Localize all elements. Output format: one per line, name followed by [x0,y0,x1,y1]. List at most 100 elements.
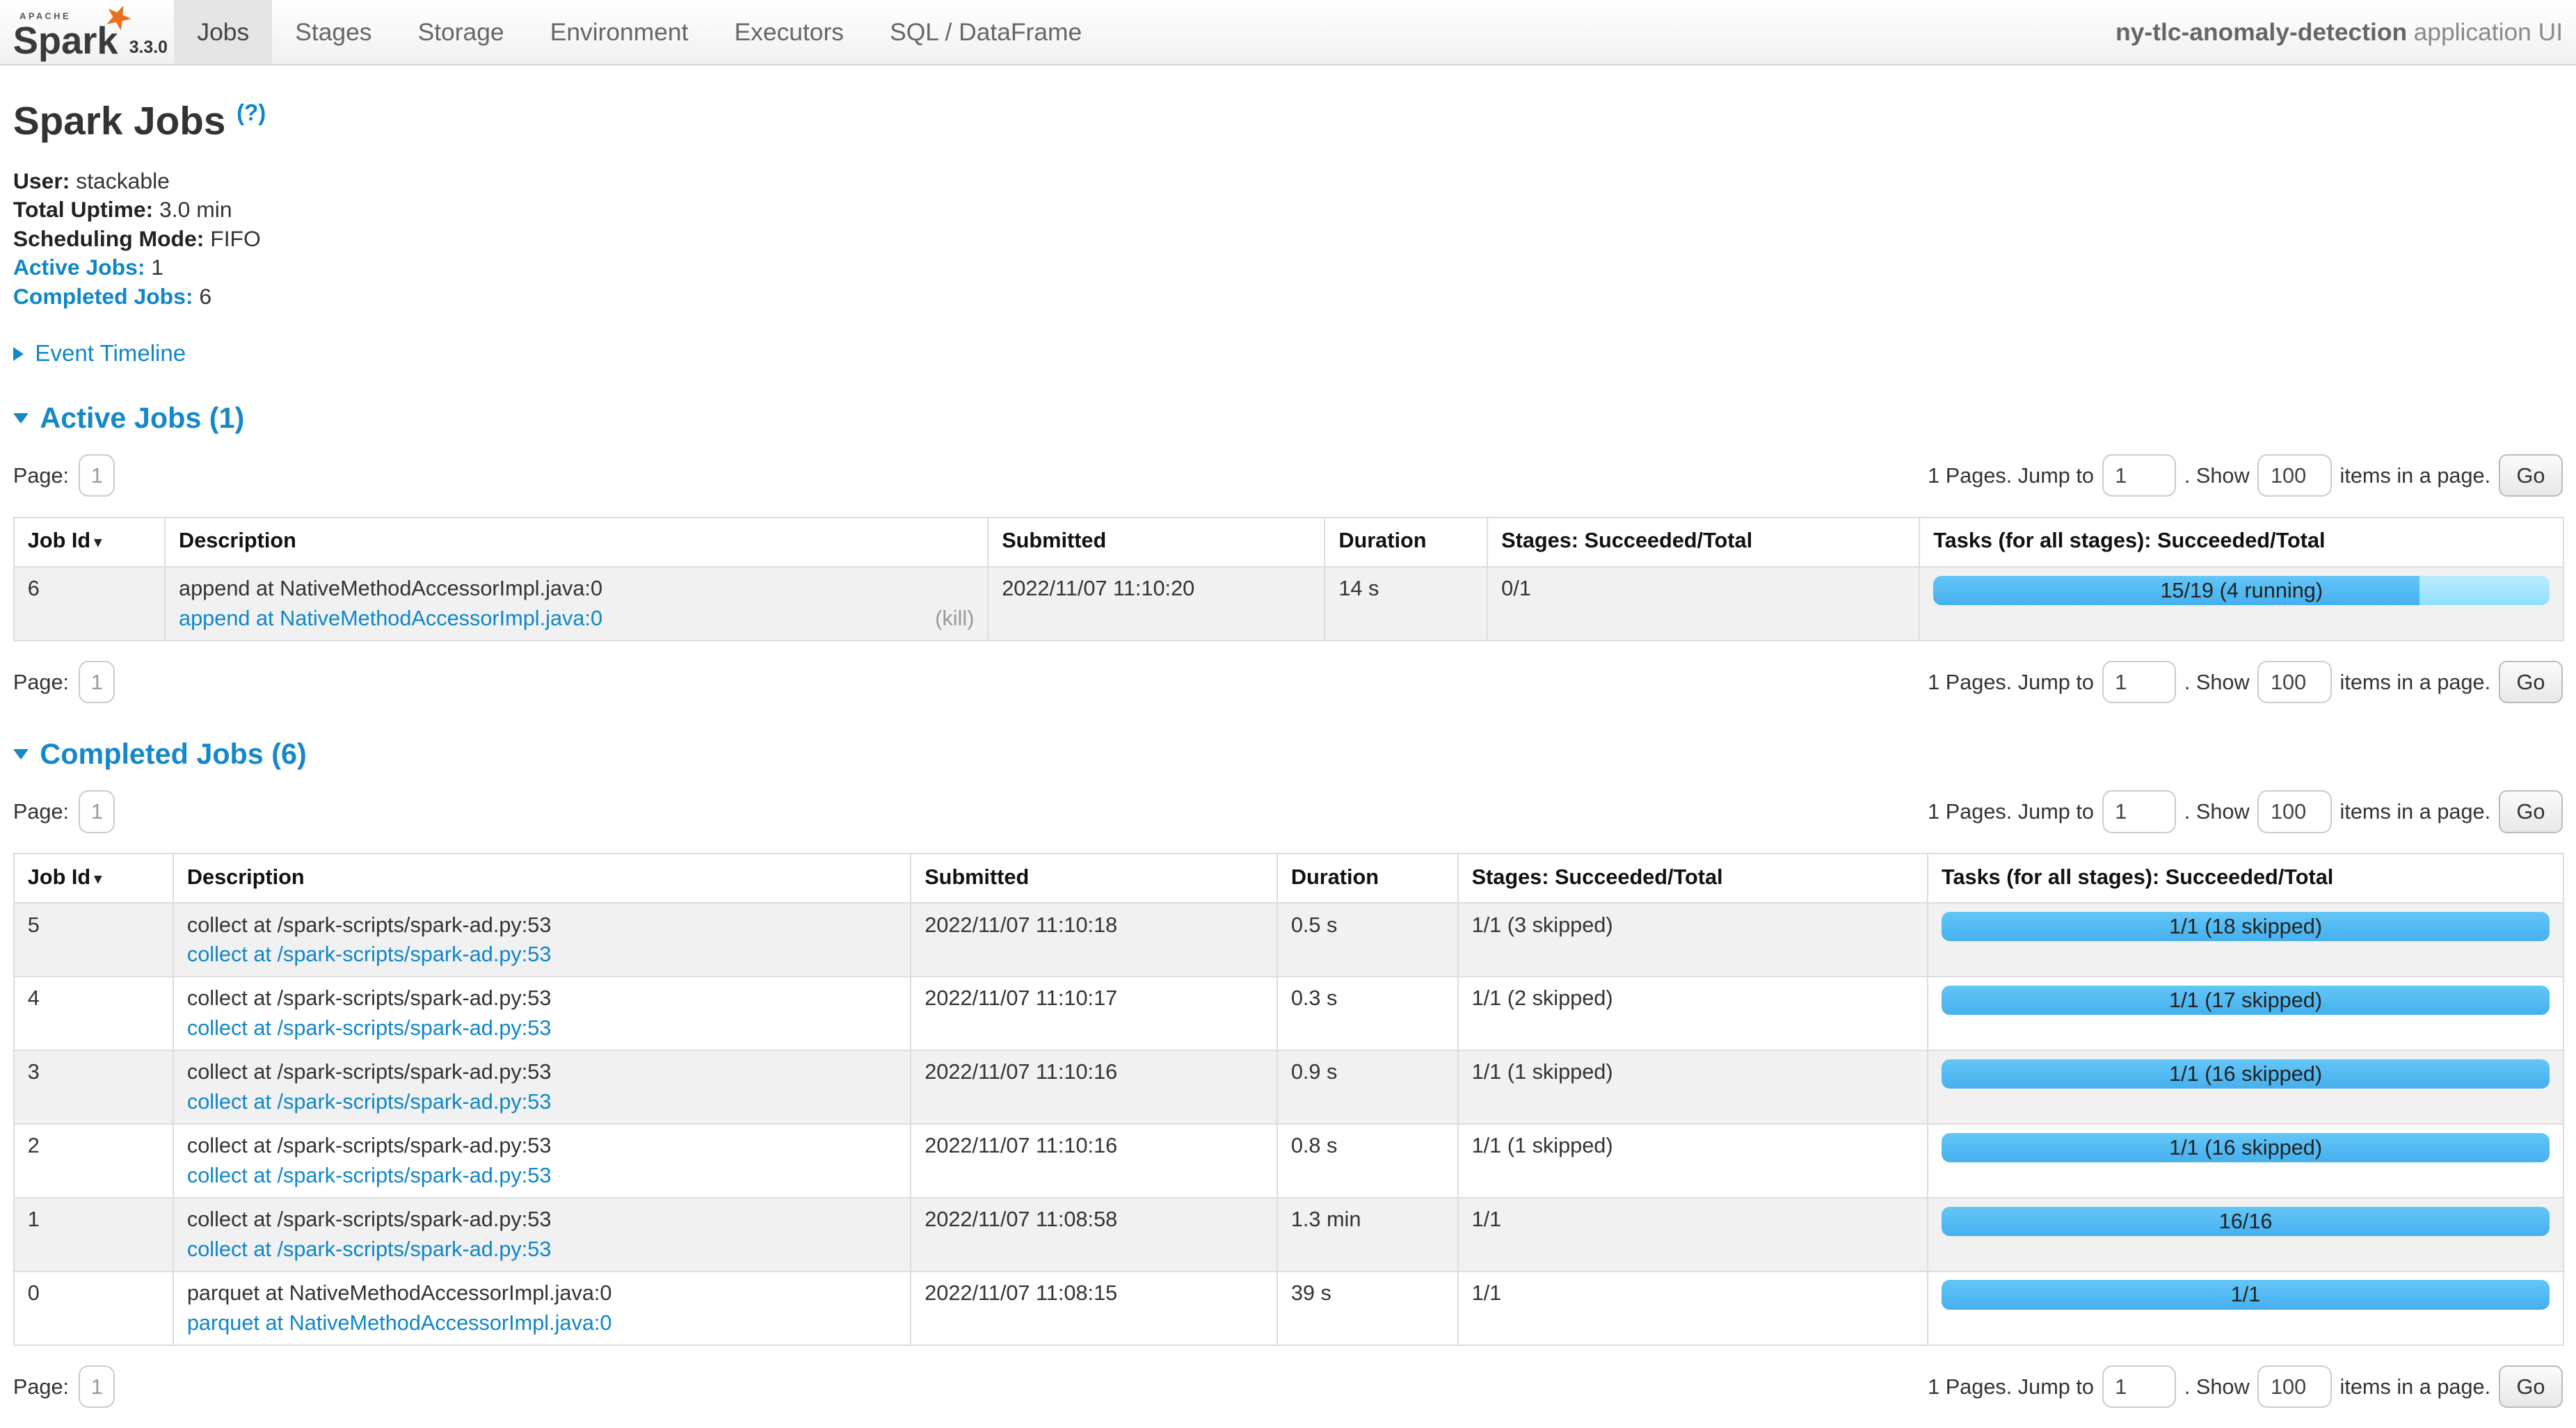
tab-storage[interactable]: Storage [395,0,527,64]
page-number-input[interactable] [79,454,115,497]
page-label: Page: [13,1374,69,1399]
expanded-arrow-icon [13,749,29,760]
stages-cell: 1/1 (3 skipped) [1458,903,1928,977]
event-timeline-toggle[interactable]: Event Timeline [13,341,2563,367]
progress-label: 1/1 (18 skipped) [1942,912,2550,942]
submitted-cell: 2022/11/07 11:10:17 [911,977,1277,1050]
expanded-arrow-icon [13,413,29,424]
navbar: APACHE Spark 3.3.0 Jobs Stages Storage E… [0,0,2576,65]
page-number-input[interactable] [79,790,115,833]
active-jobs-section-header[interactable]: Active Jobs (1) [13,402,2563,435]
items-label: items in a page. [2340,1374,2491,1399]
jump-to-page-input[interactable] [2102,454,2176,497]
tasks-progress-bar: 1/1 (17 skipped) [1942,986,2550,1016]
go-button[interactable]: Go [2499,454,2563,497]
application-ui-suffix: application UI [2414,18,2563,47]
pages-info: 1 Pages. Jump to [1928,1374,2094,1399]
completed-jobs-table: Job Id▾ Description Submitted Duration S… [13,853,2564,1346]
progress-label: 1/1 [1942,1280,2550,1310]
job-description: append at NativeMethodAccessorImpl.java:… [179,574,974,604]
items-per-page-input[interactable] [2257,1365,2331,1408]
page-title: Spark Jobs (?) [13,99,2563,144]
pager-row: Page: 1 Pages. Jump to . Show items in a… [13,790,2563,833]
active-jobs-link[interactable]: Active Jobs: [13,255,145,280]
jump-to-page-input[interactable] [2102,1365,2176,1408]
tab-environment[interactable]: Environment [527,0,712,64]
summary-scheduling-mode: Scheduling Mode: FIFO [13,225,2563,254]
active-jobs-table: Job Id▾ Description Submitted Duration S… [13,517,2564,641]
go-button[interactable]: Go [2499,1365,2563,1408]
submitted-cell: 2022/11/07 11:08:15 [911,1271,1277,1345]
table-row: 6 append at NativeMethodAccessorImpl.jav… [14,567,2563,641]
tab-executors[interactable]: Executors [712,0,867,64]
job-id-cell: 5 [14,903,173,977]
go-button[interactable]: Go [2499,661,2563,703]
header-submitted[interactable]: Submitted [988,518,1325,567]
table-header-row: Job Id▾ Description Submitted Duration S… [14,853,2563,903]
job-description: collect at /spark-scripts/spark-ad.py:53 [187,1131,897,1161]
job-description: collect at /spark-scripts/spark-ad.py:53 [187,984,897,1013]
stages-cell: 0/1 [1487,567,1919,641]
description-cell: append at NativeMethodAccessorImpl.java:… [165,567,988,641]
job-id-cell: 2 [14,1124,173,1198]
logo-brand-text: Spark [13,19,119,62]
nav-tabs: Jobs Stages Storage Environment Executor… [174,0,1105,64]
stages-cell: 1/1 (1 skipped) [1458,1050,1928,1124]
header-duration[interactable]: Duration [1325,518,1487,567]
header-job-id[interactable]: Job Id▾ [14,853,173,903]
application-name: ny-tlc-anomaly-detection [2115,18,2407,47]
items-per-page-input[interactable] [2257,454,2331,497]
job-detail-link[interactable]: collect at /spark-scripts/spark-ad.py:53 [187,1161,552,1191]
submitted-cell: 2022/11/07 11:10:16 [911,1124,1277,1198]
tab-stages[interactable]: Stages [272,0,394,64]
tab-sql-dataframe[interactable]: SQL / DataFrame [867,0,1105,64]
header-stages[interactable]: Stages: Succeeded/Total [1458,853,1928,903]
tasks-progress-bar: 16/16 [1942,1207,2550,1237]
page-number-input[interactable] [79,661,115,703]
kill-job-link[interactable]: (kill) [935,604,974,634]
pager-row: Page: 1 Pages. Jump to . Show items in a… [13,454,2563,497]
submitted-cell: 2022/11/07 11:08:58 [911,1198,1277,1271]
go-button[interactable]: Go [2499,790,2563,833]
header-description[interactable]: Description [173,853,911,903]
sort-desc-icon: ▾ [94,870,102,888]
job-detail-link[interactable]: collect at /spark-scripts/spark-ad.py:53 [187,940,552,970]
duration-cell: 0.3 s [1277,977,1458,1050]
header-description[interactable]: Description [165,518,988,567]
table-row: 0 parquet at NativeMethodAccessorImpl.ja… [14,1271,2563,1345]
jump-to-page-input[interactable] [2102,790,2176,833]
tab-jobs[interactable]: Jobs [174,0,272,64]
table-row: 3 collect at /spark-scripts/spark-ad.py:… [14,1050,2563,1124]
pages-info: 1 Pages. Jump to [1928,463,2094,488]
completed-jobs-link[interactable]: Completed Jobs: [13,284,193,309]
job-detail-link[interactable]: parquet at NativeMethodAccessorImpl.java… [187,1308,612,1338]
items-per-page-input[interactable] [2257,661,2331,703]
tasks-cell: 1/1 [1928,1271,2563,1345]
job-description: parquet at NativeMethodAccessorImpl.java… [187,1278,897,1308]
description-cell: collect at /spark-scripts/spark-ad.py:53… [173,903,911,977]
job-detail-link[interactable]: append at NativeMethodAccessorImpl.java:… [179,604,602,634]
header-tasks[interactable]: Tasks (for all stages): Succeeded/Total [1919,518,2563,567]
application-title: ny-tlc-anomaly-detection application UI [2115,0,2576,64]
header-stages[interactable]: Stages: Succeeded/Total [1487,518,1919,567]
table-row: 4 collect at /spark-scripts/spark-ad.py:… [14,977,2563,1050]
show-label: . Show [2184,1374,2250,1399]
jump-to-page-input[interactable] [2102,661,2176,703]
header-submitted[interactable]: Submitted [911,853,1277,903]
tasks-cell: 16/16 [1928,1198,2563,1271]
job-description: collect at /spark-scripts/spark-ad.py:53 [187,1205,897,1235]
tasks-cell: 1/1 (16 skipped) [1928,1050,2563,1124]
spark-version: 3.3.0 [129,38,168,58]
items-per-page-input[interactable] [2257,790,2331,833]
header-tasks[interactable]: Tasks (for all stages): Succeeded/Total [1928,853,2563,903]
header-job-id[interactable]: Job Id▾ [14,518,165,567]
completed-jobs-section-header[interactable]: Completed Jobs (6) [13,738,2563,771]
duration-cell: 39 s [1277,1271,1458,1345]
job-detail-link[interactable]: collect at /spark-scripts/spark-ad.py:53 [187,1235,552,1265]
tasks-progress-bar: 1/1 (18 skipped) [1942,912,2550,942]
job-detail-link[interactable]: collect at /spark-scripts/spark-ad.py:53 [187,1013,552,1043]
help-link[interactable]: (?) [237,100,266,126]
job-detail-link[interactable]: collect at /spark-scripts/spark-ad.py:53 [187,1087,552,1117]
header-duration[interactable]: Duration [1277,853,1458,903]
page-number-input[interactable] [79,1365,115,1408]
